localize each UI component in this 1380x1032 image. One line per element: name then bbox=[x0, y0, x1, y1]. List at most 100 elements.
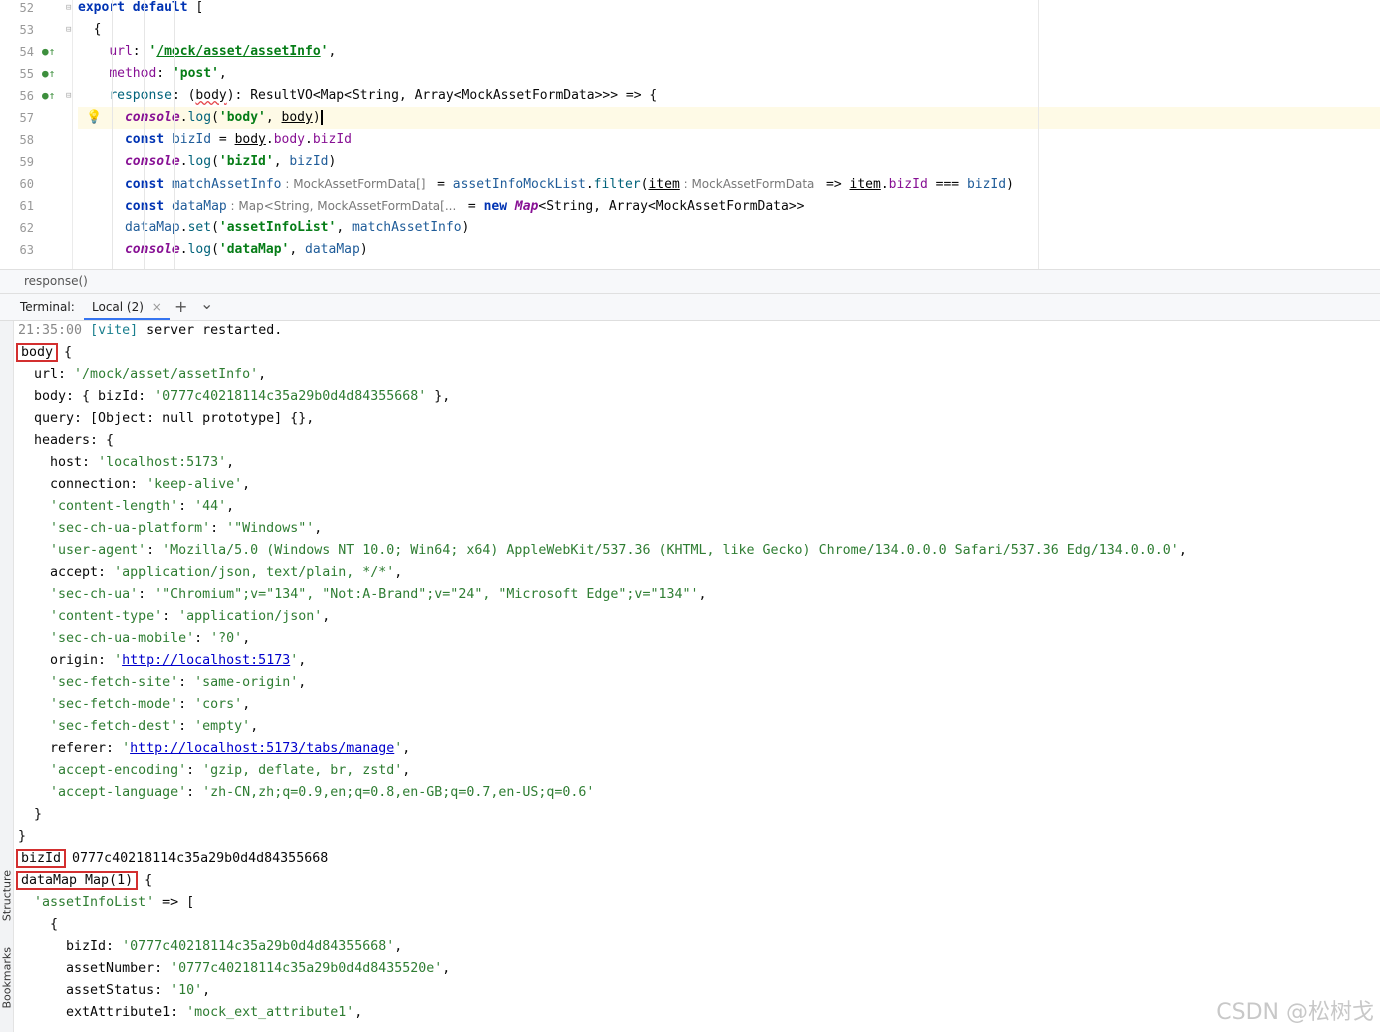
terminal-text: body: { bizId: bbox=[18, 389, 155, 404]
line-number: 62 bbox=[19, 221, 34, 235]
terminal-line: extAttribute1: 'mock_ext_attribute1', bbox=[18, 1002, 362, 1024]
terminal-text: host: bbox=[18, 455, 99, 470]
code-token: export bbox=[78, 0, 125, 15]
terminal-link[interactable]: http://localhost:5173 bbox=[122, 653, 290, 668]
code-editor[interactable]: 52 ⊟ 53 ⊟ 54 ●↑ 55 ●↑ 56 ●↑ ⊟ 57 58 59 60 61 62 63 export… bbox=[0, 0, 1380, 269]
terminal-text: 0777c40218114c35a29b0d4d84355668 bbox=[64, 851, 329, 866]
fold-marker-icon[interactable]: ⊟ bbox=[66, 0, 76, 19]
breadcrumb-item[interactable]: response() bbox=[24, 274, 88, 288]
structure-tool-button[interactable]: Structure bbox=[1, 869, 14, 923]
code-token: body bbox=[281, 110, 313, 125]
code-token: , bbox=[273, 154, 290, 169]
terminal-text: 'cors' bbox=[194, 697, 243, 712]
code-token: , bbox=[289, 242, 306, 257]
code-line[interactable]: console.log('dataMap', dataMap) bbox=[78, 239, 1380, 261]
terminal-line: 'sec-fetch-site': 'same-origin', bbox=[18, 672, 306, 694]
side-tool-strip: Structure Bookmarks bbox=[0, 321, 14, 1032]
code-area[interactable]: export default [ { url: '/mock/asset/ass… bbox=[78, 0, 1380, 269]
fold-marker-icon[interactable]: ⊟ bbox=[66, 85, 76, 107]
terminal-line: 'content-type': 'application/json', bbox=[18, 606, 330, 628]
chevron-down-icon[interactable]: ⌄ bbox=[200, 291, 213, 317]
terminal-text: } bbox=[18, 829, 27, 844]
code-token: default bbox=[132, 0, 188, 15]
code-line[interactable]: const matchAssetInfo : MockAssetFormData… bbox=[78, 173, 1380, 195]
code-token: bizId bbox=[888, 177, 928, 192]
tab-local-2[interactable]: Local (2) × bbox=[84, 294, 170, 320]
code-token: 'bizId' bbox=[218, 154, 274, 169]
code-token: : bbox=[132, 44, 149, 59]
terminal-line: 'content-length': '44', bbox=[18, 496, 234, 518]
implemented-member-icon[interactable]: ●↑ bbox=[42, 41, 58, 63]
terminal-line: url: '/mock/asset/assetInfo', bbox=[18, 364, 266, 386]
terminal-text: , bbox=[250, 719, 259, 734]
terminal-text: 'mock_ext_attribute1' bbox=[186, 1005, 355, 1020]
fold-marker-icon[interactable]: ⊟ bbox=[66, 19, 76, 41]
terminal-line: 'sec-ch-ua-mobile': '?0', bbox=[18, 628, 250, 650]
terminal-text: , bbox=[226, 499, 235, 514]
code-line[interactable]: const bizId = body.body.bizId bbox=[78, 129, 1380, 151]
code-token: console bbox=[124, 242, 180, 257]
terminal-text: assetStatus: bbox=[18, 983, 171, 998]
code-line[interactable]: method: 'post', bbox=[78, 63, 1380, 85]
terminal-text: url: bbox=[18, 367, 75, 382]
terminal-line: { bbox=[18, 914, 58, 936]
code-token: ) bbox=[312, 110, 323, 125]
code-token: . bbox=[305, 132, 313, 147]
line-number: 61 bbox=[19, 199, 34, 213]
watermark: CSDN @松树戈 bbox=[1216, 1000, 1374, 1025]
code-line[interactable]: const dataMap : Map<String, MockAssetFor… bbox=[78, 195, 1380, 217]
code-token: : MockAssetFormData bbox=[679, 177, 819, 191]
lightbulb-icon[interactable]: 💡 bbox=[86, 107, 102, 129]
terminal-text: , bbox=[242, 697, 251, 712]
bookmarks-tool-button[interactable]: Bookmarks bbox=[1, 947, 14, 1008]
line-number: 55 bbox=[19, 67, 34, 81]
terminal-line: } bbox=[18, 804, 42, 826]
terminal-text: , bbox=[226, 455, 235, 470]
terminal-text: : bbox=[146, 543, 163, 558]
code-token: , bbox=[265, 110, 282, 125]
terminal-text: connection: bbox=[18, 477, 147, 492]
code-line-current[interactable]: console.log('body', body) bbox=[78, 107, 1380, 129]
code-line[interactable]: console.log('bizId', bizId) bbox=[78, 151, 1380, 173]
code-line[interactable]: export default [ bbox=[78, 0, 1380, 19]
terminal-link[interactable]: http://localhost:5173/tabs/manage bbox=[130, 741, 394, 756]
close-tab-icon[interactable]: × bbox=[152, 300, 162, 314]
terminal-text: 'application/json' bbox=[178, 609, 323, 624]
terminal-text: '/mock/asset/assetInfo' bbox=[74, 367, 259, 382]
terminal-output[interactable]: Structure Bookmarks 21:35:00 [vite] serv… bbox=[0, 321, 1380, 1032]
code-token: ) bbox=[461, 220, 470, 235]
highlighted-label: bizId bbox=[15, 849, 67, 868]
terminal-line: connection: 'keep-alive', bbox=[18, 474, 250, 496]
terminal-line: accept: 'application/json, text/plain, *… bbox=[18, 562, 402, 584]
editor-gutter[interactable]: 52 ⊟ 53 ⊟ 54 ●↑ 55 ●↑ 56 ●↑ ⊟ 57 58 59 60 61 62 63 bbox=[0, 0, 73, 269]
code-token: 'assetInfoList' bbox=[218, 220, 337, 235]
terminal-text: } bbox=[18, 807, 43, 822]
code-token: 'dataMap' bbox=[218, 242, 290, 257]
code-line[interactable]: response: (body): ResultVO<Map<String, A… bbox=[78, 85, 1380, 107]
terminal-text: 'user-agent' bbox=[50, 543, 147, 558]
code-token: dataMap bbox=[171, 199, 227, 214]
terminal-text: , bbox=[402, 741, 411, 756]
terminal-text: : bbox=[210, 521, 227, 536]
code-line[interactable]: { bbox=[78, 19, 1380, 41]
terminal-text: 'same-origin' bbox=[194, 675, 299, 690]
implemented-member-icon[interactable]: ●↑ bbox=[42, 85, 58, 107]
terminal-text: : bbox=[138, 587, 155, 602]
code-token: . bbox=[179, 110, 188, 125]
terminal-line: 21:35:00 [vite] server restarted. bbox=[18, 321, 282, 342]
code-line[interactable]: url: '/mock/asset/assetInfo', bbox=[78, 41, 1380, 63]
terminal-text: }, bbox=[426, 389, 451, 404]
terminal-label: Terminal: bbox=[20, 300, 75, 314]
terminal-line: 'accept-encoding': 'gzip, deflate, br, z… bbox=[18, 760, 410, 782]
add-terminal-icon[interactable]: + bbox=[174, 294, 187, 320]
code-line[interactable]: dataMap.set('assetInfoList', matchAssetI… bbox=[78, 217, 1380, 239]
line-number: 63 bbox=[19, 243, 34, 257]
code-token: ( bbox=[211, 110, 219, 125]
implemented-member-icon[interactable]: ●↑ bbox=[42, 63, 58, 85]
terminal-text: => [ bbox=[154, 895, 195, 910]
line-number: 57 bbox=[19, 111, 34, 125]
code-token: matchAssetInfo bbox=[171, 177, 282, 192]
